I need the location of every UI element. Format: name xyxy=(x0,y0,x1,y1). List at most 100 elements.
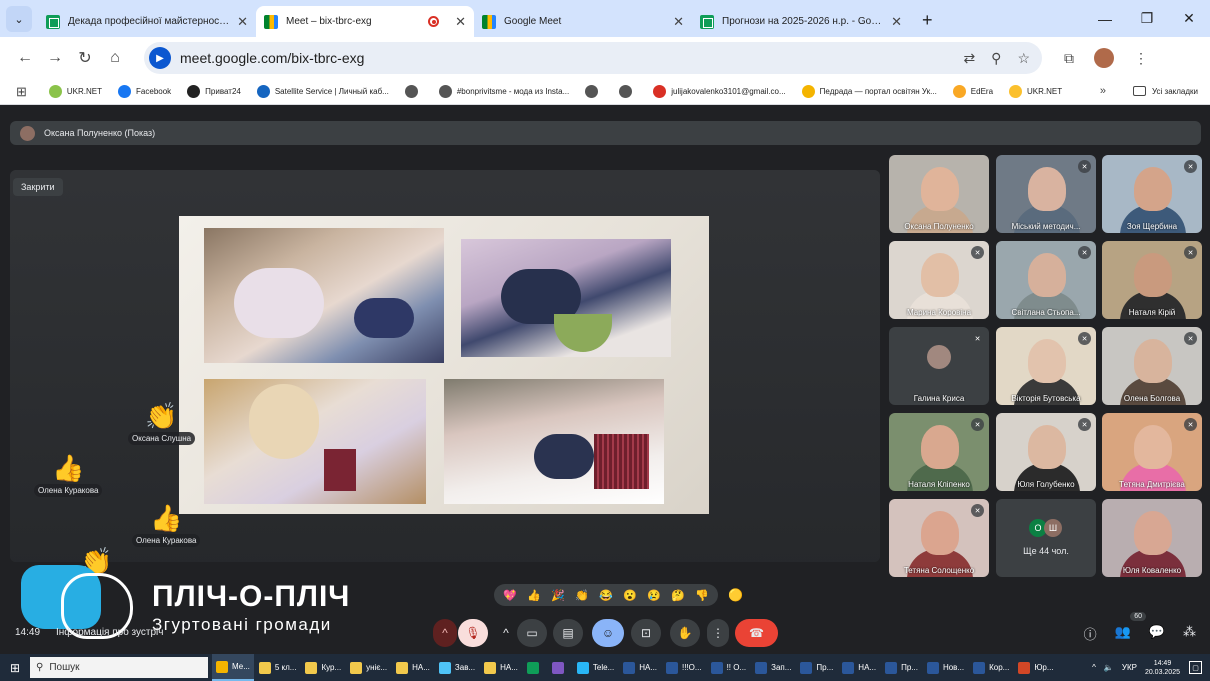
tray-chevron-icon[interactable]: ^ xyxy=(1092,663,1096,672)
reaction-emoji-button[interactable]: 🤔 xyxy=(671,589,685,602)
reactions-button[interactable]: ☺ xyxy=(592,619,624,647)
browser-tab-2[interactable]: Google Meet ✕ xyxy=(474,6,692,37)
participant-tile[interactable]: ✕ Марина Коровіна xyxy=(889,241,989,319)
taskbar-app-button[interactable]: Кур... xyxy=(301,654,345,681)
minimize-icon[interactable]: — xyxy=(1084,11,1126,27)
activities-icon[interactable]: ⁂ xyxy=(1183,624,1196,643)
home-icon[interactable]: ⌂ xyxy=(100,49,130,67)
windows-start-icon[interactable]: ⊞ xyxy=(0,661,30,675)
reaction-emoji-button[interactable]: 💖 xyxy=(503,589,517,602)
people-icon[interactable]: 👥 xyxy=(1115,624,1131,643)
profile-avatar[interactable] xyxy=(1094,48,1114,68)
taskbar-app-button[interactable]: Зап... xyxy=(751,654,795,681)
maximize-icon[interactable]: ❐ xyxy=(1126,10,1168,27)
taskbar-app-button[interactable]: Юр... xyxy=(1014,654,1057,681)
reaction-emoji-button[interactable]: 👎 xyxy=(695,589,709,602)
close-window-icon[interactable]: ✕ xyxy=(1168,10,1210,27)
mic-off-button[interactable]: 🎙 xyxy=(458,619,488,647)
reaction-emoji-button[interactable]: 👍 xyxy=(527,589,541,602)
participant-tile[interactable]: ✕ Міський методич... xyxy=(996,155,1096,233)
back-icon[interactable]: ← xyxy=(10,49,40,67)
captions-button[interactable]: ▤ xyxy=(553,619,583,647)
participant-tile[interactable]: ✕ Наталя Кірій xyxy=(1102,241,1202,319)
emoji-skin-tone-button[interactable]: 🟡 xyxy=(728,588,743,602)
taskbar-app-button[interactable]: НА... xyxy=(392,654,434,681)
taskbar-search[interactable]: ⚲ Пошук xyxy=(30,657,208,678)
bookmark-item[interactable] xyxy=(585,85,603,98)
camera-options-chevron-icon[interactable]: ^ xyxy=(496,619,516,647)
bookmark-item[interactable]: Satellite Service | Личный каб... xyxy=(256,85,389,98)
mic-options-chevron-icon[interactable]: ^ xyxy=(433,619,457,647)
participant-tile[interactable]: ✕ Світлана Стьопа... xyxy=(996,241,1096,319)
bookmark-item[interactable]: #bonprivitsme - мода из Insta... xyxy=(438,85,569,98)
bookmark-item[interactable] xyxy=(619,85,637,98)
participant-tile[interactable]: ✕ Наталя Кліпенко xyxy=(889,413,989,491)
bookmark-item[interactable] xyxy=(404,85,423,98)
taskbar-app-button[interactable]: Пр... xyxy=(796,654,837,681)
reaction-emoji-button[interactable]: 👏 xyxy=(575,589,589,602)
taskbar-app-button[interactable]: !! О... xyxy=(707,654,751,681)
bookmark-item[interactable]: UKR.NET xyxy=(48,85,102,98)
meeting-info-link[interactable]: Інформація про зустріч xyxy=(56,627,163,638)
close-tab-icon[interactable]: ✕ xyxy=(673,14,684,30)
volume-icon[interactable]: 🔈 xyxy=(1104,663,1114,672)
chat-icon[interactable]: 💬 xyxy=(1149,624,1165,643)
participant-tile[interactable]: Юля Коваленко xyxy=(1102,499,1202,577)
taskbar-app-button[interactable]: НА... xyxy=(838,654,880,681)
zoom-icon[interactable]: ⚲ xyxy=(991,50,1001,67)
notifications-icon[interactable]: ▢ xyxy=(1189,661,1202,674)
close-tab-icon[interactable]: ✕ xyxy=(237,14,248,30)
apps-grid-icon[interactable]: ⊞ xyxy=(16,84,27,100)
reaction-emoji-button[interactable]: 😂 xyxy=(599,589,613,602)
bookmark-item[interactable]: Педрада — портал освітян Ук... xyxy=(801,85,937,98)
bookmark-star-icon[interactable]: ☆ xyxy=(1017,50,1030,67)
taskbar-app-button[interactable]: Ме... xyxy=(212,654,254,681)
participant-tile[interactable]: ✕ Вікторія Бутовська xyxy=(996,327,1096,405)
tab-search-button[interactable]: ⌄ xyxy=(6,6,32,32)
browser-menu-icon[interactable]: ⋮ xyxy=(1134,50,1148,67)
close-tab-icon[interactable]: ✕ xyxy=(455,14,466,30)
bookmark-item[interactable]: UKR.NET xyxy=(1009,85,1062,98)
taskbar-app-button[interactable]: !!!О... xyxy=(662,654,706,681)
bookmark-item[interactable]: Приват24 xyxy=(187,85,241,98)
taskbar-app-button[interactable]: Зав... xyxy=(435,654,479,681)
participant-tile[interactable]: Оксана Полуненко xyxy=(889,155,989,233)
participant-tile[interactable]: ✕ Галина Криса xyxy=(889,327,989,405)
translate-icon[interactable]: ⇄ xyxy=(963,50,975,67)
taskbar-app-button[interactable]: 5 кл... xyxy=(255,654,301,681)
reaction-emoji-button[interactable]: 😢 xyxy=(647,589,661,602)
site-info-icon[interactable]: ▶ xyxy=(149,47,171,69)
info-icon[interactable]: ⓘ xyxy=(1084,624,1097,643)
browser-tab-3[interactable]: Прогнози на 2025-2026 н.р. - Google Табл… xyxy=(692,6,910,37)
raise-hand-button[interactable]: ✋ xyxy=(670,619,700,647)
participant-tile[interactable]: ✕ Зоя Щербина xyxy=(1102,155,1202,233)
taskbar-app-button[interactable]: Пр... xyxy=(881,654,922,681)
camera-button[interactable]: ▭ xyxy=(517,619,547,647)
bookmark-item[interactable]: julijakovalenko3101@gmail.co... xyxy=(653,85,786,98)
leave-call-button[interactable]: ☎ xyxy=(735,619,778,647)
new-tab-button[interactable]: + xyxy=(922,10,933,31)
taskbar-app-button[interactable] xyxy=(548,654,572,681)
forward-icon[interactable]: → xyxy=(40,49,70,67)
taskbar-app-button[interactable]: Tele... xyxy=(573,654,618,681)
participant-tile[interactable]: ✕ Олена Болгова xyxy=(1102,327,1202,405)
reload-icon[interactable]: ↻ xyxy=(70,48,100,68)
taskbar-app-button[interactable]: Нов... xyxy=(923,654,968,681)
participant-tile[interactable]: ✕ Тетяна Солощенко xyxy=(889,499,989,577)
taskbar-app-button[interactable]: уніє... xyxy=(346,654,391,681)
browser-tab-1[interactable]: Meet – bix-tbrc-exg ✕ xyxy=(256,6,474,37)
participant-tile[interactable]: ✕ Юля Голубенко xyxy=(996,413,1096,491)
taskbar-app-button[interactable] xyxy=(523,654,547,681)
taskbar-app-button[interactable]: Кор... xyxy=(969,654,1013,681)
participant-tile[interactable]: ✕ Тетяна Дмитрієва xyxy=(1102,413,1202,491)
bookmark-item[interactable]: EdEra xyxy=(952,85,993,98)
close-presentation-button[interactable]: Закрити xyxy=(13,178,63,196)
more-options-icon[interactable]: ⋮ xyxy=(707,619,729,647)
all-bookmarks-button[interactable]: Усі закладки xyxy=(1132,86,1198,96)
present-screen-button[interactable]: ⊡ xyxy=(631,619,661,647)
more-participants-tile[interactable]: О Ш Ще 44 чол. xyxy=(996,499,1096,577)
extensions-icon[interactable]: ⧉ xyxy=(1064,50,1074,67)
reaction-emoji-button[interactable]: 😮 xyxy=(623,589,637,602)
url-text[interactable]: meet.google.com/bix-tbrc-exg xyxy=(180,50,963,66)
address-bar[interactable]: ▶ meet.google.com/bix-tbrc-exg ⇄ ⚲ ☆ xyxy=(144,42,1042,74)
